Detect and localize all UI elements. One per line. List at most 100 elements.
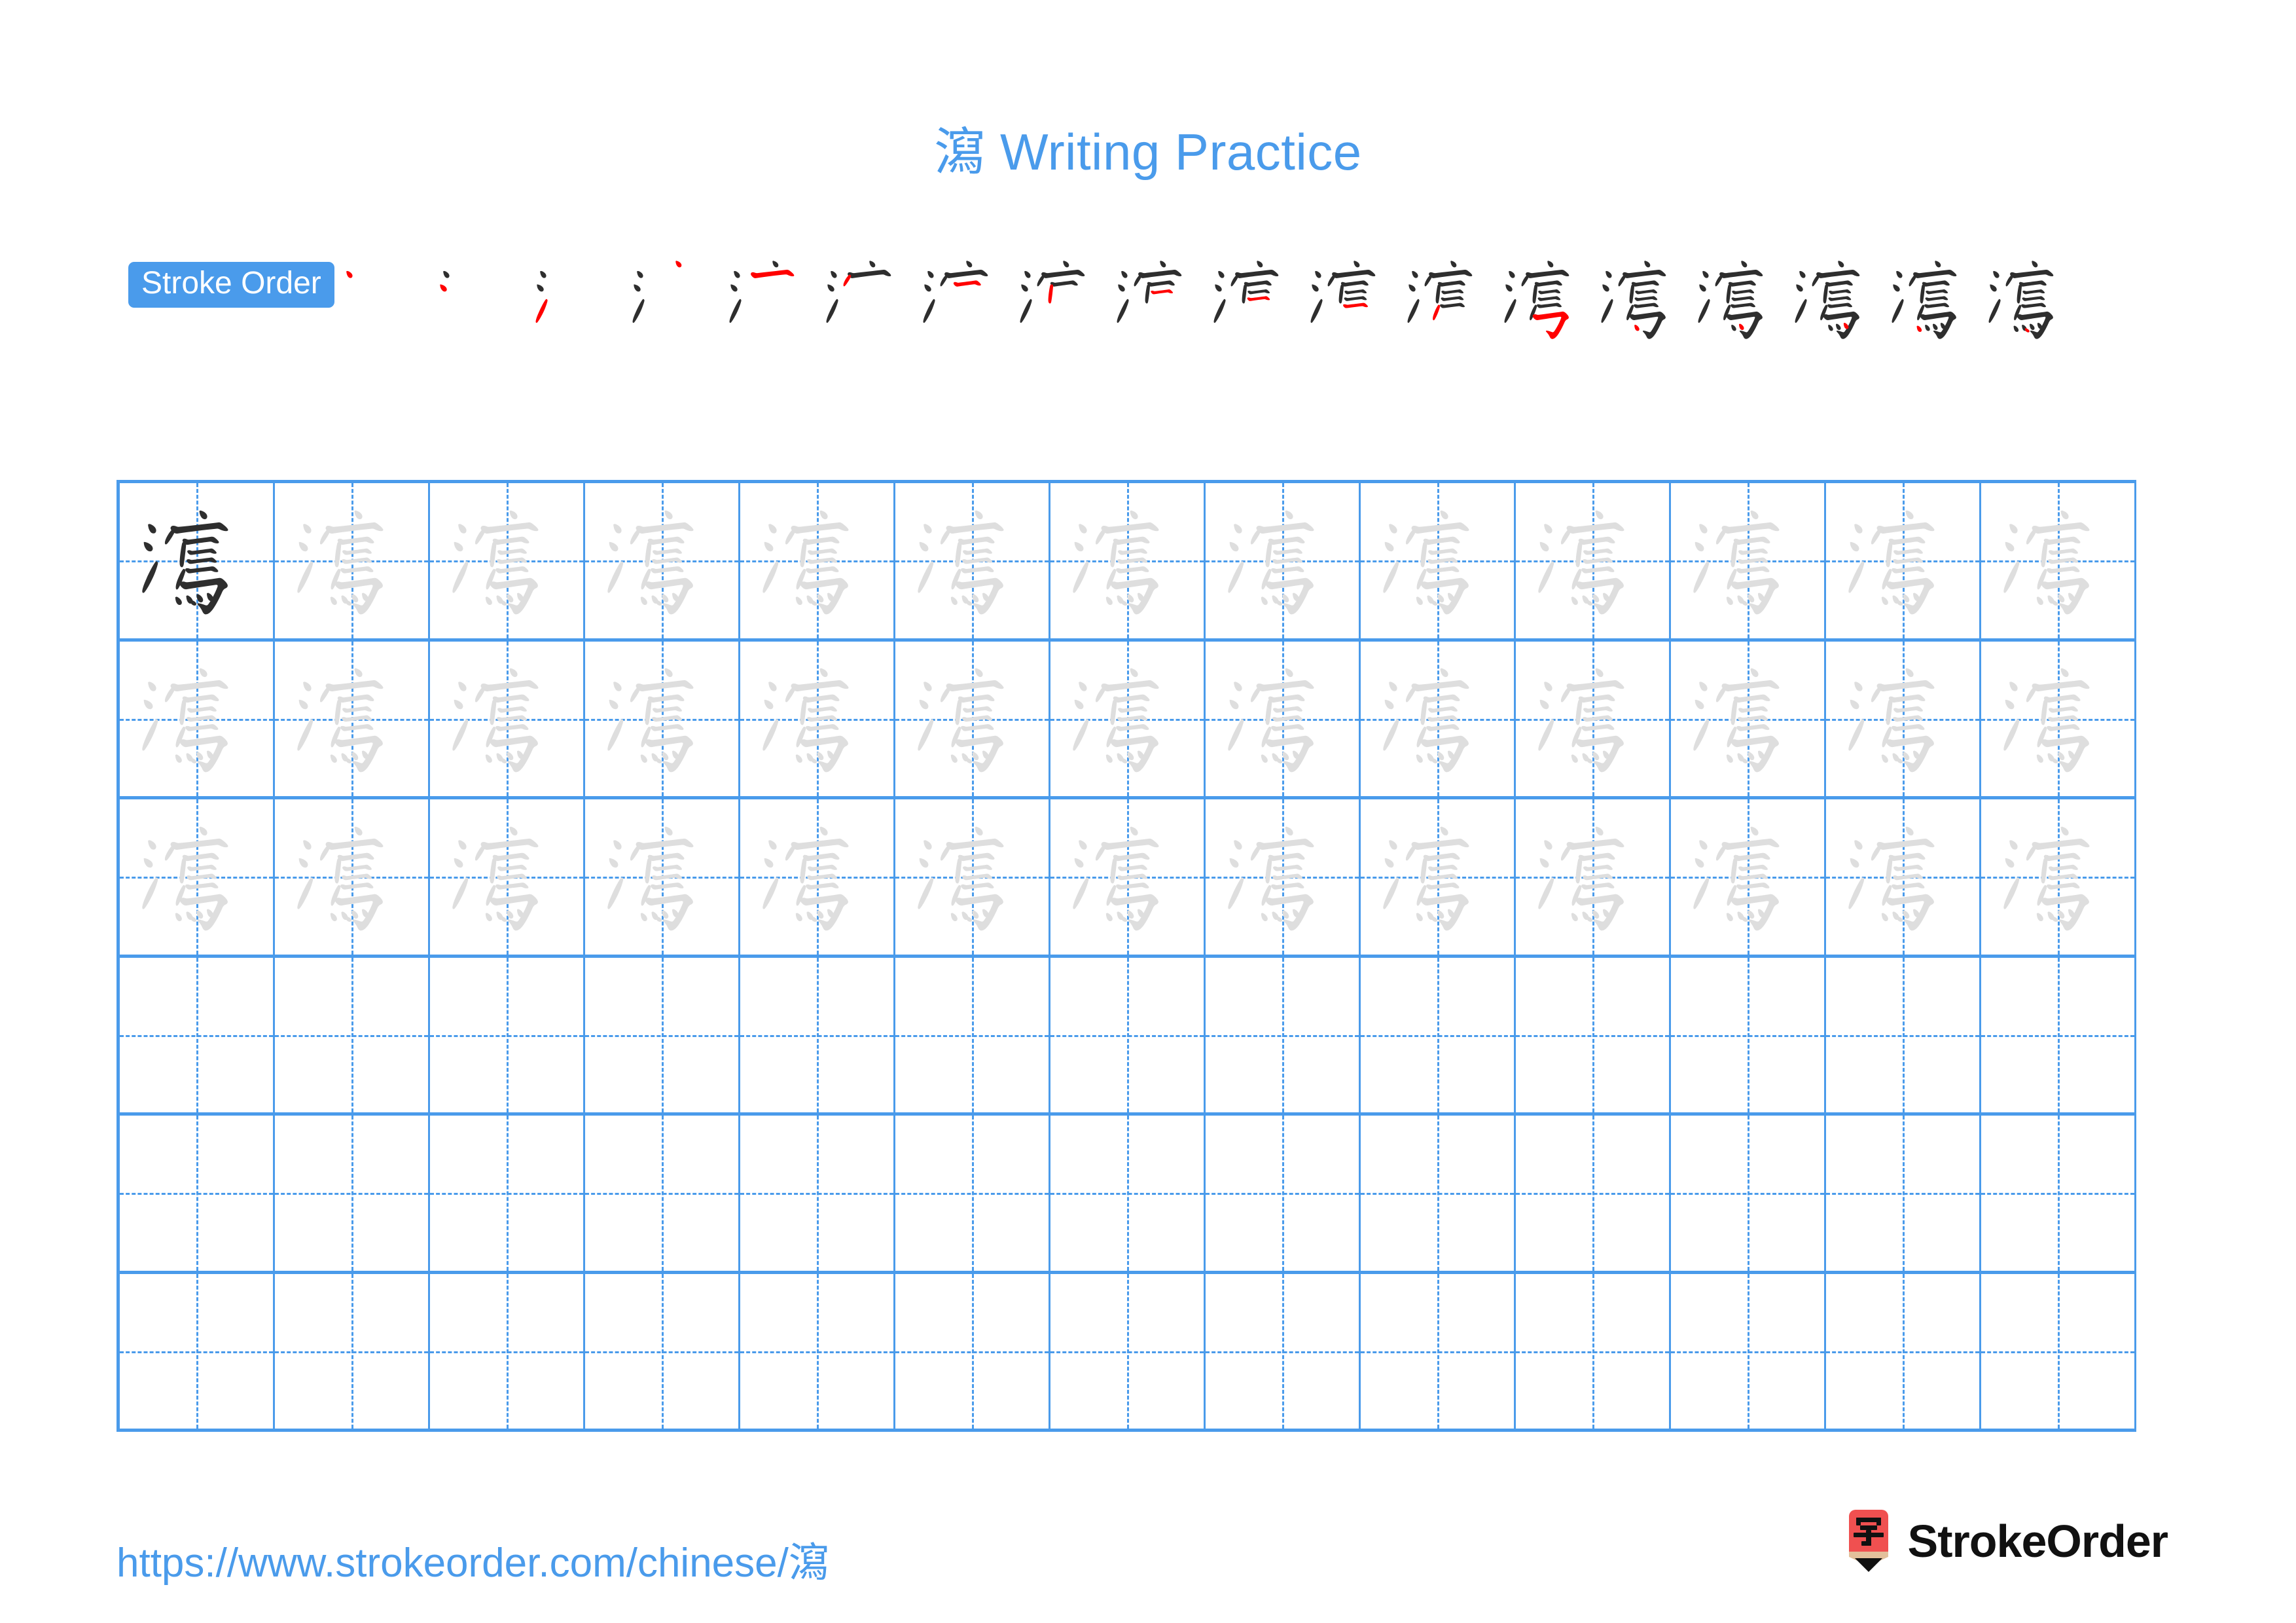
practice-cell-blank[interactable] bbox=[1050, 957, 1206, 1116]
practice-character bbox=[895, 799, 1049, 955]
practice-cell-model[interactable] bbox=[120, 483, 275, 642]
practice-cell-trace[interactable] bbox=[1826, 799, 1981, 958]
practice-cell-blank[interactable] bbox=[1050, 1273, 1206, 1432]
practice-cell-blank[interactable] bbox=[1206, 957, 1361, 1116]
practice-cell-blank[interactable] bbox=[585, 1116, 740, 1274]
practice-cell-trace[interactable] bbox=[120, 641, 275, 799]
practice-cell-trace[interactable] bbox=[1671, 483, 1826, 642]
practice-cell-blank[interactable] bbox=[1050, 1116, 1206, 1274]
practice-cell-trace[interactable] bbox=[895, 641, 1050, 799]
practice-cell-blank[interactable] bbox=[430, 1116, 585, 1274]
cell-vertical-guide bbox=[2058, 1116, 2060, 1271]
practice-cell-blank[interactable] bbox=[1361, 1273, 1516, 1432]
practice-cell-blank[interactable] bbox=[1206, 1273, 1361, 1432]
practice-cell-trace[interactable] bbox=[1050, 483, 1206, 642]
practice-cell-trace[interactable] bbox=[1981, 641, 2136, 799]
practice-cell-trace[interactable] bbox=[740, 483, 895, 642]
practice-cell-trace[interactable] bbox=[895, 799, 1050, 958]
practice-cell-trace[interactable] bbox=[275, 483, 430, 642]
practice-cell-trace[interactable] bbox=[430, 799, 585, 958]
practice-cell-blank[interactable] bbox=[740, 1273, 895, 1432]
practice-cell-blank[interactable] bbox=[430, 1273, 585, 1432]
practice-cell-blank[interactable] bbox=[1826, 957, 1981, 1116]
practice-cell-trace[interactable] bbox=[430, 483, 585, 642]
practice-cell-trace[interactable] bbox=[1361, 641, 1516, 799]
practice-character bbox=[1671, 799, 1824, 955]
practice-cell-blank[interactable] bbox=[1671, 1116, 1826, 1274]
practice-cell-trace[interactable] bbox=[740, 799, 895, 958]
practice-cell-trace[interactable] bbox=[1981, 483, 2136, 642]
practice-cell-trace[interactable] bbox=[1826, 641, 1981, 799]
practice-cell-trace[interactable] bbox=[1361, 483, 1516, 642]
practice-cell-blank[interactable] bbox=[585, 1273, 740, 1432]
cell-vertical-guide bbox=[507, 1273, 509, 1429]
brand-logo[interactable]: StrokeOrder bbox=[1844, 1510, 2168, 1573]
practice-cell-trace[interactable] bbox=[585, 641, 740, 799]
practice-cell-trace[interactable] bbox=[1981, 799, 2136, 958]
practice-character bbox=[1671, 483, 1824, 638]
practice-cell-blank[interactable] bbox=[1516, 957, 1671, 1116]
footer-url[interactable]: https://www.strokeorder.com/chinese/瀉 bbox=[117, 1529, 829, 1588]
practice-cell-trace[interactable] bbox=[1206, 483, 1361, 642]
cell-horizontal-guide bbox=[895, 1351, 1049, 1353]
practice-cell-blank[interactable] bbox=[1981, 1273, 2136, 1432]
practice-cell-trace[interactable] bbox=[1206, 641, 1361, 799]
practice-cell-trace[interactable] bbox=[1826, 483, 1981, 642]
stroke-step-9 bbox=[1109, 250, 1206, 347]
practice-cell-blank[interactable] bbox=[120, 957, 275, 1116]
practice-cell-blank[interactable] bbox=[1671, 1273, 1826, 1432]
practice-cell-blank[interactable] bbox=[895, 1116, 1050, 1274]
practice-cell-trace[interactable] bbox=[1516, 641, 1671, 799]
practice-cell-blank[interactable] bbox=[1206, 1116, 1361, 1274]
practice-character bbox=[1361, 483, 1514, 638]
practice-cell-trace[interactable] bbox=[1050, 641, 1206, 799]
practice-cell-blank[interactable] bbox=[275, 1116, 430, 1274]
practice-cell-blank[interactable] bbox=[1516, 1116, 1671, 1274]
practice-cell-trace[interactable] bbox=[1671, 641, 1826, 799]
practice-cell-trace[interactable] bbox=[585, 483, 740, 642]
practice-cell-blank[interactable] bbox=[275, 957, 430, 1116]
cell-horizontal-guide bbox=[1981, 1193, 2134, 1195]
practice-cell-blank[interactable] bbox=[275, 1273, 430, 1432]
practice-cell-trace[interactable] bbox=[430, 641, 585, 799]
practice-cell-blank[interactable] bbox=[1826, 1116, 1981, 1274]
practice-cell-trace[interactable] bbox=[1050, 799, 1206, 958]
cell-horizontal-guide bbox=[1826, 1351, 1979, 1353]
practice-character bbox=[740, 483, 893, 638]
practice-cell-trace[interactable] bbox=[1206, 799, 1361, 958]
practice-cell-blank[interactable] bbox=[430, 957, 585, 1116]
practice-cell-trace[interactable] bbox=[275, 799, 430, 958]
practice-cell-blank[interactable] bbox=[1981, 957, 2136, 1116]
practice-character bbox=[585, 799, 738, 955]
practice-cell-blank[interactable] bbox=[740, 957, 895, 1116]
practice-cell-trace[interactable] bbox=[1671, 799, 1826, 958]
practice-cell-blank[interactable] bbox=[895, 1273, 1050, 1432]
cell-vertical-guide bbox=[972, 1116, 974, 1271]
stroke-step-1 bbox=[334, 250, 431, 347]
practice-cell-blank[interactable] bbox=[1516, 1273, 1671, 1432]
practice-cell-blank[interactable] bbox=[1361, 1116, 1516, 1274]
practice-cell-blank[interactable] bbox=[585, 957, 740, 1116]
practice-cell-trace[interactable] bbox=[740, 641, 895, 799]
practice-cell-trace[interactable] bbox=[1516, 483, 1671, 642]
cell-vertical-guide bbox=[1592, 1116, 1594, 1271]
practice-cell-blank[interactable] bbox=[120, 1116, 275, 1274]
practice-cell-trace[interactable] bbox=[120, 799, 275, 958]
practice-cell-blank[interactable] bbox=[1361, 957, 1516, 1116]
practice-character bbox=[430, 642, 583, 797]
cell-vertical-guide bbox=[2058, 957, 2060, 1112]
practice-character bbox=[1826, 483, 1979, 638]
practice-cell-blank[interactable] bbox=[895, 957, 1050, 1116]
practice-cell-blank[interactable] bbox=[1671, 957, 1826, 1116]
practice-cell-blank[interactable] bbox=[1826, 1273, 1981, 1432]
practice-cell-blank[interactable] bbox=[740, 1116, 895, 1274]
practice-cell-trace[interactable] bbox=[895, 483, 1050, 642]
practice-cell-trace[interactable] bbox=[1516, 799, 1671, 958]
practice-character bbox=[1826, 799, 1979, 955]
practice-cell-blank[interactable] bbox=[1981, 1116, 2136, 1274]
practice-cell-trace[interactable] bbox=[585, 799, 740, 958]
practice-character bbox=[1206, 483, 1359, 638]
practice-cell-blank[interactable] bbox=[120, 1273, 275, 1432]
practice-cell-trace[interactable] bbox=[275, 641, 430, 799]
practice-cell-trace[interactable] bbox=[1361, 799, 1516, 958]
